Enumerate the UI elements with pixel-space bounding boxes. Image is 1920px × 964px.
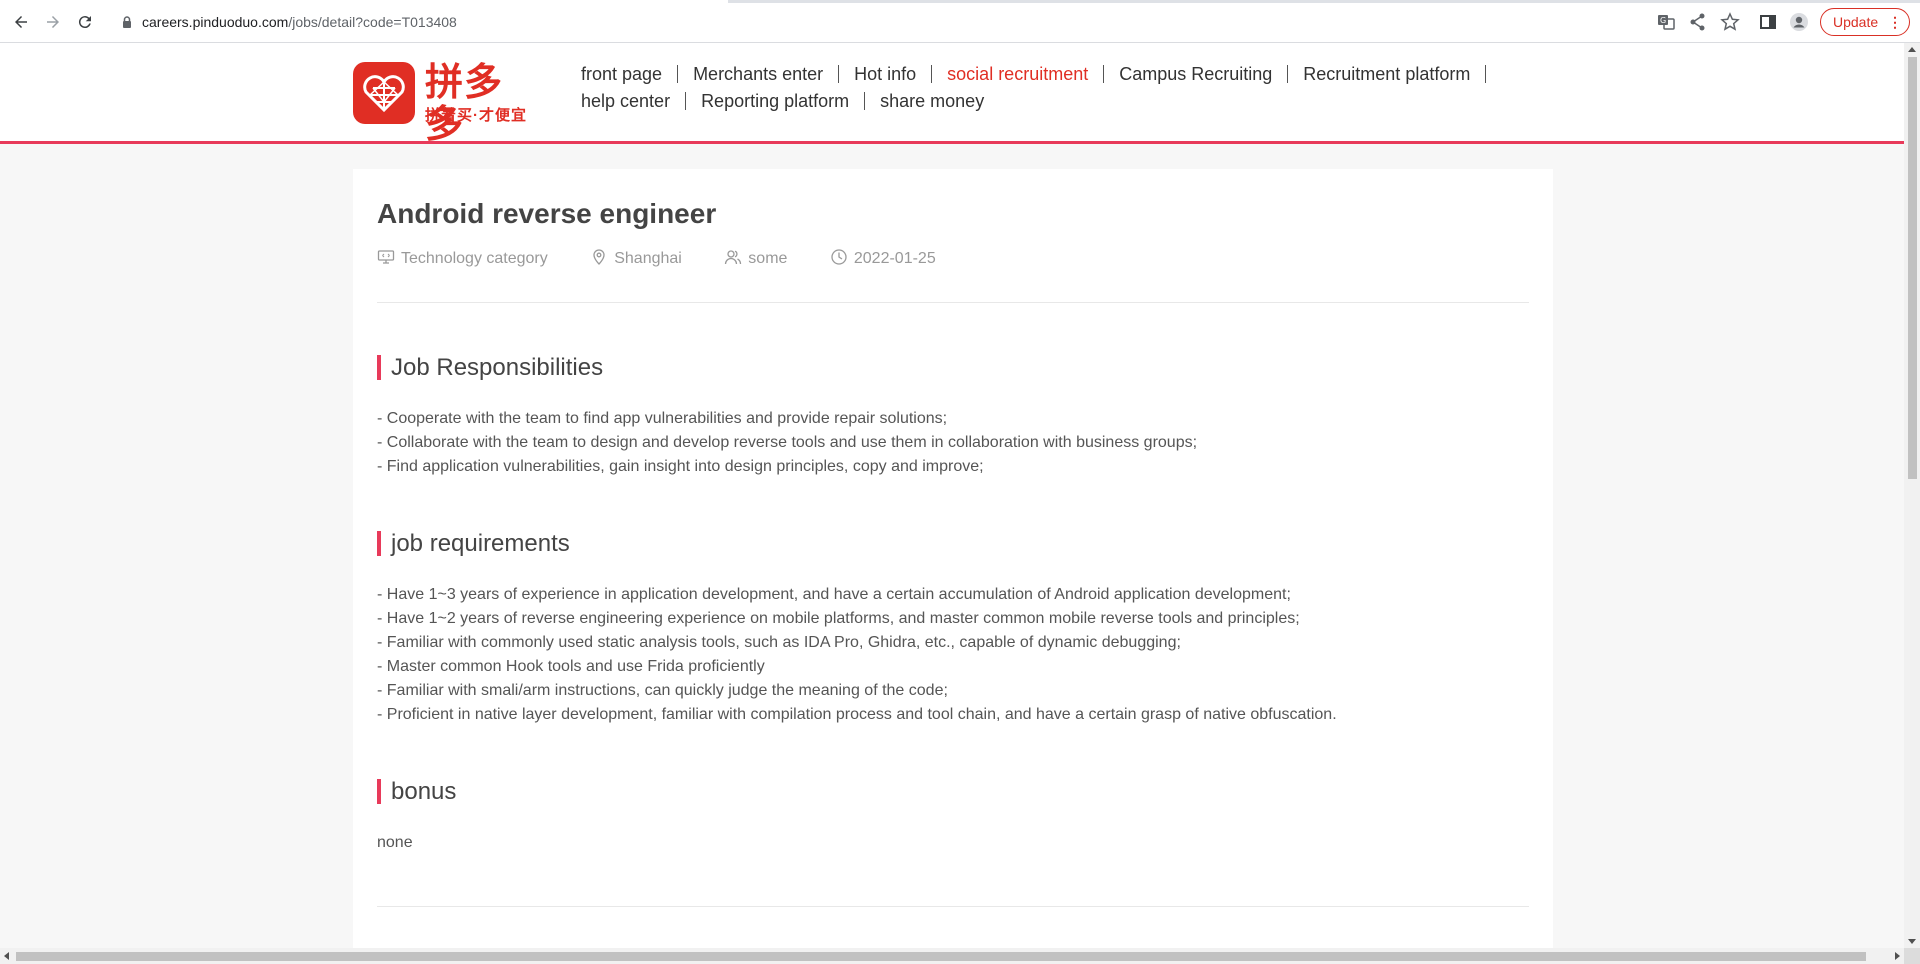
header-divider bbox=[377, 302, 1529, 303]
requirement-line: - Master common Hook tools and use Frida… bbox=[377, 658, 765, 675]
vertical-scrollbar[interactable] bbox=[1904, 43, 1920, 948]
nav-help-center[interactable]: help center bbox=[581, 92, 687, 110]
job-headcount-text: some bbox=[748, 250, 788, 267]
bonus-title: bonus bbox=[377, 779, 456, 804]
pinduoduo-logo[interactable]: 拼多多 拼着买·才便宜 bbox=[353, 62, 535, 146]
scroll-left-icon[interactable] bbox=[4, 952, 9, 960]
scroll-down-icon[interactable] bbox=[1908, 939, 1916, 944]
translate-icon[interactable]: G bbox=[1656, 12, 1676, 32]
update-button[interactable]: Update ⋮ bbox=[1820, 8, 1910, 36]
url-text[interactable]: careers.pinduoduo.com/jobs/detail?code=T… bbox=[142, 14, 457, 30]
job-category-text: Technology category bbox=[401, 250, 548, 267]
job-title: Android reverse engineer bbox=[377, 198, 717, 229]
responsibility-line: - Collaborate with the team to design an… bbox=[377, 434, 1198, 451]
reload-icon[interactable] bbox=[74, 11, 96, 33]
job-location-text: Shanghai bbox=[614, 250, 682, 267]
scroll-up-icon[interactable] bbox=[1908, 47, 1916, 52]
bookmark-star-icon[interactable] bbox=[1720, 12, 1740, 32]
nav-social-recruitment[interactable]: social recruitment bbox=[932, 65, 1105, 83]
share-icon[interactable] bbox=[1688, 12, 1708, 32]
nav-campus-recruiting[interactable]: Campus Recruiting bbox=[1104, 65, 1289, 83]
tab-strip bbox=[0, 0, 1920, 3]
requirement-line: - Proficient in native layer development… bbox=[377, 706, 1337, 723]
back-icon[interactable] bbox=[10, 11, 32, 33]
footer-divider bbox=[377, 906, 1529, 907]
svg-text:G: G bbox=[1660, 16, 1666, 25]
url-host: careers.pinduoduo.com bbox=[142, 14, 289, 30]
bonus-line: none bbox=[377, 834, 413, 851]
job-date: 2022-01-25 bbox=[830, 248, 936, 268]
vertical-scroll-thumb[interactable] bbox=[1908, 57, 1917, 479]
update-label: Update bbox=[1833, 14, 1879, 30]
site-header: 拼多多 拼着买·才便宜 front page Merchants enter Hot… bbox=[0, 43, 1904, 146]
job-meta: Technology category Shanghai some 2022-0… bbox=[377, 248, 974, 268]
requirements-body: - Have 1~3 years of experience in applic… bbox=[377, 583, 1337, 727]
active-tab[interactable] bbox=[0, 0, 728, 3]
nav-row-1: front page Merchants enter Hot info social … bbox=[581, 65, 1541, 92]
requirement-line: - Familiar with commonly used static ana… bbox=[377, 634, 1181, 651]
lock-icon[interactable] bbox=[120, 15, 134, 29]
responsibility-line: - Find application vulnerabilities, gain… bbox=[377, 458, 984, 475]
url-path: /jobs/detail?code=T013408 bbox=[288, 14, 457, 30]
horizontal-scroll-thumb[interactable] bbox=[16, 952, 1866, 961]
nav-hot-info[interactable]: Hot info bbox=[839, 65, 933, 83]
nav-front-page[interactable]: front page bbox=[581, 65, 679, 83]
main-nav: front page Merchants enter Hot info social … bbox=[581, 65, 1541, 119]
nav-share-money[interactable]: share money bbox=[865, 92, 999, 110]
monitor-icon bbox=[377, 250, 395, 264]
responsibilities-title: Job Responsibilities bbox=[377, 355, 603, 380]
forward-icon[interactable] bbox=[42, 11, 64, 33]
horizontal-scrollbar[interactable] bbox=[0, 948, 1904, 964]
header-accent-line bbox=[0, 141, 1904, 144]
people-icon bbox=[725, 250, 742, 265]
requirement-line: - Have 1~2 years of reverse engineering … bbox=[377, 610, 1300, 627]
nav-row-2: help center Reporting platform share money bbox=[581, 92, 1541, 119]
location-pin-icon bbox=[593, 249, 605, 265]
nav-recruitment-platform[interactable]: Recruitment platform bbox=[1288, 65, 1487, 83]
nav-reporting-platform[interactable]: Reporting platform bbox=[686, 92, 866, 110]
logo-mark-icon bbox=[353, 62, 415, 124]
job-headcount: some bbox=[724, 248, 787, 268]
job-date-text: 2022-01-25 bbox=[853, 250, 936, 267]
requirements-title: job requirements bbox=[377, 531, 570, 556]
clock-icon bbox=[831, 249, 847, 265]
responsibility-line: - Cooperate with the team to find app vu… bbox=[377, 410, 948, 427]
requirement-line: - Familiar with smali/arm instructions, … bbox=[377, 682, 948, 699]
job-location: Shanghai bbox=[590, 248, 682, 268]
browser-toolbar: careers.pinduoduo.com/jobs/detail?code=T… bbox=[0, 0, 1920, 43]
responsibilities-body: - Cooperate with the team to find app vu… bbox=[377, 407, 1197, 479]
scroll-right-icon[interactable] bbox=[1895, 952, 1900, 960]
menu-dots-icon[interactable]: ⋮ bbox=[1888, 9, 1902, 35]
scrollbar-corner bbox=[1904, 948, 1920, 964]
job-detail-card: Android reverse engineer Technology cate… bbox=[353, 169, 1553, 964]
side-panel-icon[interactable] bbox=[1758, 12, 1778, 32]
bonus-body: none bbox=[377, 831, 413, 855]
logo-slogan: 拼着买·才便宜 bbox=[425, 107, 527, 124]
job-category: Technology category bbox=[377, 248, 548, 268]
profile-avatar-icon[interactable] bbox=[1789, 12, 1809, 32]
requirement-line: - Have 1~3 years of experience in applic… bbox=[377, 586, 1291, 603]
address-bar[interactable]: careers.pinduoduo.com/jobs/detail?code=T… bbox=[108, 8, 1638, 36]
nav-merchants-enter[interactable]: Merchants enter bbox=[678, 65, 840, 83]
